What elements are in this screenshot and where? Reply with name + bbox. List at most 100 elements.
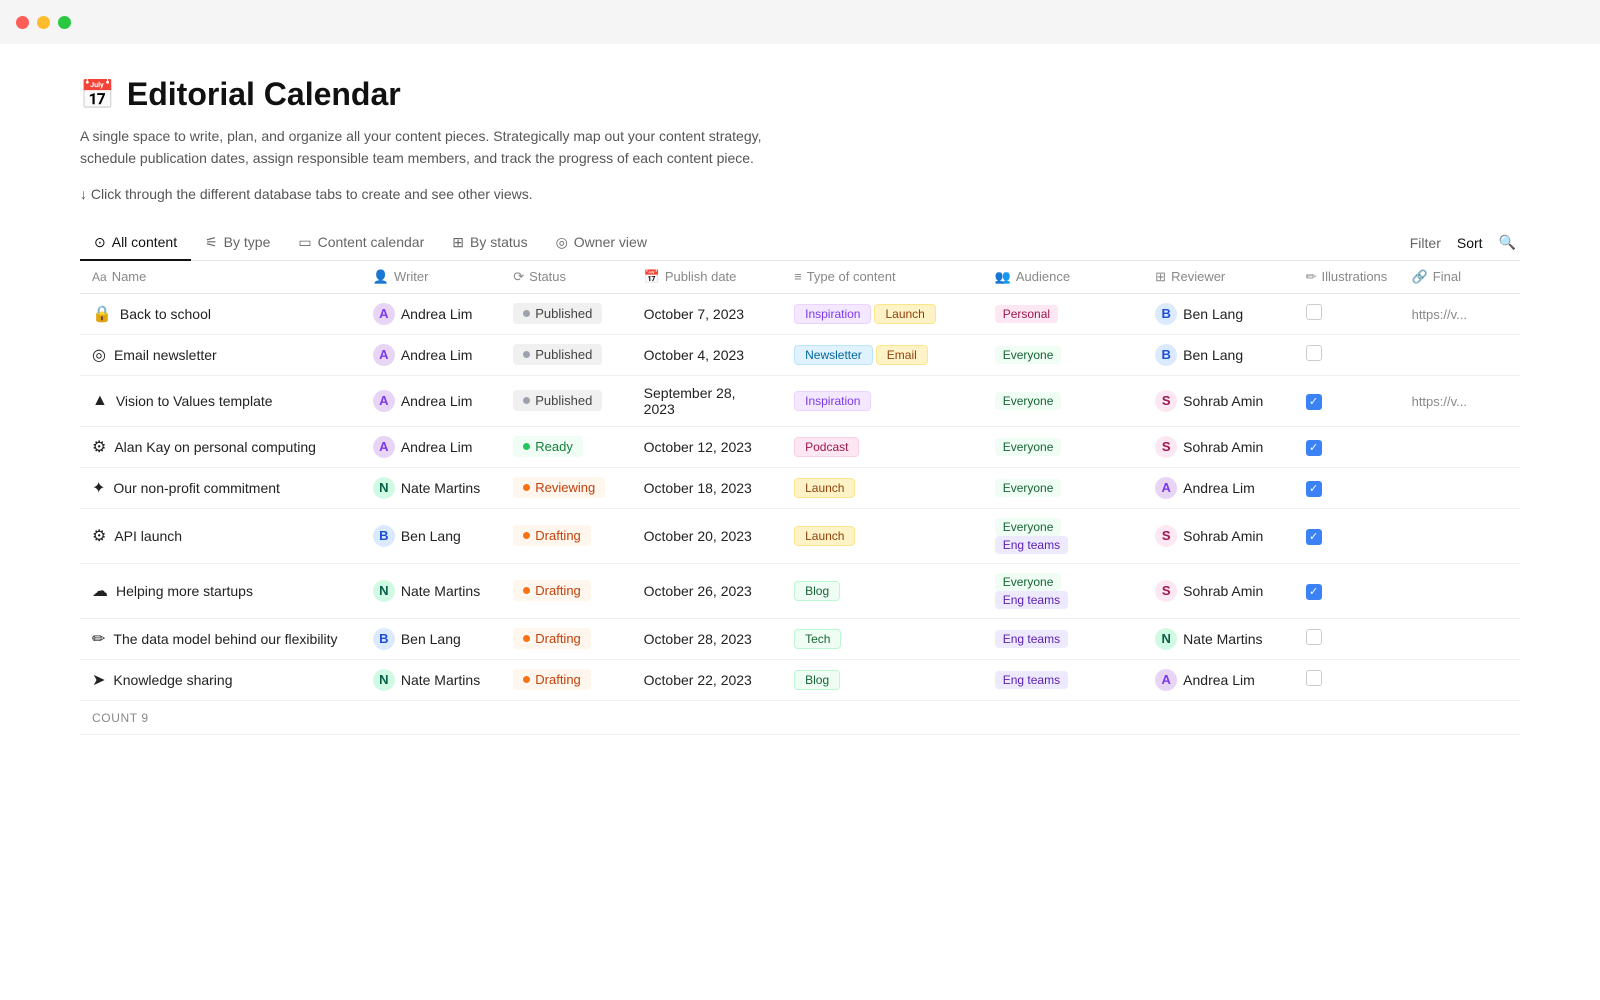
status-badge: Published: [513, 344, 602, 365]
audience-tag: Eng teams: [995, 630, 1068, 648]
filter-button[interactable]: Filter: [1410, 235, 1441, 251]
status-badge: Reviewing: [513, 477, 605, 498]
table-row[interactable]: ☁Helping more startupsNNate MartinsDraft…: [80, 563, 1520, 618]
count-row: COUNT 9: [80, 700, 1520, 734]
row-icon: ✦: [92, 478, 105, 498]
status-dot: [523, 484, 530, 491]
cell-final-url: [1400, 563, 1520, 618]
avatar: N: [373, 580, 395, 602]
illustrations-checkbox[interactable]: [1306, 440, 1322, 456]
illustrations-checkbox[interactable]: [1306, 584, 1322, 600]
cell-illustrations[interactable]: [1294, 293, 1400, 334]
cell-content-type: NewsletterEmail: [782, 334, 983, 375]
table-row[interactable]: ▲Vision to Values templateAAndrea LimPub…: [80, 375, 1520, 426]
search-button[interactable]: 🔍: [1499, 234, 1516, 251]
cell-reviewer: SSohrab Amin: [1143, 426, 1293, 467]
avatar: A: [373, 344, 395, 366]
illustrations-checkbox[interactable]: [1306, 304, 1322, 320]
illustrations-checkbox[interactable]: [1306, 629, 1322, 645]
tab-by-type[interactable]: ⚟ By type: [191, 226, 284, 261]
cell-reviewer: AAndrea Lim: [1143, 467, 1293, 508]
cell-content-type: Launch: [782, 508, 983, 563]
cell-status: Drafting: [501, 508, 631, 563]
reviewer-name: Sohrab Amin: [1183, 439, 1263, 455]
cell-writer: AAndrea Lim: [361, 426, 501, 467]
audience-tag: Everyone: [995, 438, 1062, 456]
col-header-publish-date: 📅 Publish date: [632, 261, 782, 294]
writer-name: Nate Martins: [401, 583, 480, 599]
cell-illustrations[interactable]: [1294, 375, 1400, 426]
tab-content-calendar[interactable]: ▭ Content calendar: [284, 226, 438, 261]
table-row[interactable]: 🔒Back to schoolAAndrea LimPublishedOctob…: [80, 293, 1520, 334]
status-badge: Published: [513, 303, 602, 324]
status-badge: Drafting: [513, 628, 591, 649]
status-badge: Published: [513, 390, 602, 411]
cell-illustrations[interactable]: [1294, 426, 1400, 467]
illustrations-checkbox[interactable]: [1306, 481, 1322, 497]
row-icon: ➤: [92, 670, 105, 690]
cell-illustrations[interactable]: [1294, 334, 1400, 375]
cell-reviewer: NNate Martins: [1143, 618, 1293, 659]
cell-illustrations[interactable]: [1294, 618, 1400, 659]
sort-button[interactable]: Sort: [1457, 235, 1483, 251]
content-type-tag: Podcast: [794, 437, 859, 457]
cell-illustrations[interactable]: [1294, 563, 1400, 618]
row-name: The data model behind our flexibility: [113, 631, 337, 647]
cell-publish-date: October 4, 2023: [632, 334, 782, 375]
illustrations-checkbox[interactable]: [1306, 345, 1322, 361]
cell-publish-date: October 22, 2023: [632, 659, 782, 700]
tab-actions: Filter Sort 🔍: [1410, 234, 1520, 251]
data-table-wrapper: Aa Name 👤 Writer ⟳ Status: [80, 261, 1520, 735]
table-row[interactable]: ⚙Alan Kay on personal computingAAndrea L…: [80, 426, 1520, 467]
illustrations-checkbox[interactable]: [1306, 394, 1322, 410]
tab-owner-view[interactable]: ◎ Owner view: [542, 226, 661, 261]
status-label: Published: [535, 393, 592, 408]
cell-writer: BBen Lang: [361, 508, 501, 563]
table-row[interactable]: ➤Knowledge sharingNNate MartinsDraftingO…: [80, 659, 1520, 700]
reviewer-name: Sohrab Amin: [1183, 393, 1263, 409]
maximize-button[interactable]: [58, 16, 71, 29]
audience-tag: Everyone: [995, 346, 1062, 364]
cell-publish-date: October 7, 2023: [632, 293, 782, 334]
tab-by-status[interactable]: ⊞ By status: [438, 226, 541, 261]
table-row[interactable]: ✦Our non-profit commitmentNNate MartinsR…: [80, 467, 1520, 508]
status-label: Ready: [535, 439, 573, 454]
minimize-button[interactable]: [37, 16, 50, 29]
cell-content-type: InspirationLaunch: [782, 293, 983, 334]
illustrations-checkbox[interactable]: [1306, 670, 1322, 686]
col-header-writer: 👤 Writer: [361, 261, 501, 294]
cell-content-type: Inspiration: [782, 375, 983, 426]
table-row[interactable]: ⚙API launchBBen LangDraftingOctober 20, …: [80, 508, 1520, 563]
illustrations-checkbox[interactable]: [1306, 529, 1322, 545]
page-icon: 📅: [80, 78, 115, 111]
content-type-tag: Blog: [794, 670, 840, 690]
cell-final-url: [1400, 508, 1520, 563]
tab-by-status-label: By status: [470, 234, 528, 250]
cell-status: Published: [501, 334, 631, 375]
writer-name: Andrea Lim: [401, 347, 473, 363]
tab-owner-view-label: Owner view: [574, 234, 647, 250]
col-header-audience: 👥 Audience: [983, 261, 1143, 294]
col-header-final: 🔗 Final: [1400, 261, 1520, 294]
date-col-icon: 📅: [644, 269, 660, 285]
all-content-icon: ⊙: [94, 234, 106, 251]
content-type-tag: Email: [876, 345, 928, 365]
tab-all-content[interactable]: ⊙ All content: [80, 226, 191, 261]
cell-publish-date: October 26, 2023: [632, 563, 782, 618]
col-header-illustrations: ✏ Illustrations: [1294, 261, 1400, 294]
cell-writer: AAndrea Lim: [361, 293, 501, 334]
cell-illustrations[interactable]: [1294, 659, 1400, 700]
cell-illustrations[interactable]: [1294, 467, 1400, 508]
close-button[interactable]: [16, 16, 29, 29]
status-label: Reviewing: [535, 480, 595, 495]
cell-name: ➤Knowledge sharing: [80, 659, 361, 700]
status-dot: [523, 310, 530, 317]
cell-content-type: Blog: [782, 659, 983, 700]
table-row[interactable]: ✏The data model behind our flexibilityBB…: [80, 618, 1520, 659]
audience-tag: Everyone: [995, 479, 1062, 497]
table-row[interactable]: ◎Email newsletterAAndrea LimPublishedOct…: [80, 334, 1520, 375]
content-type-tag: Newsletter: [794, 345, 873, 365]
cell-illustrations[interactable]: [1294, 508, 1400, 563]
row-name: Email newsletter: [114, 347, 217, 363]
cell-publish-date: October 18, 2023: [632, 467, 782, 508]
